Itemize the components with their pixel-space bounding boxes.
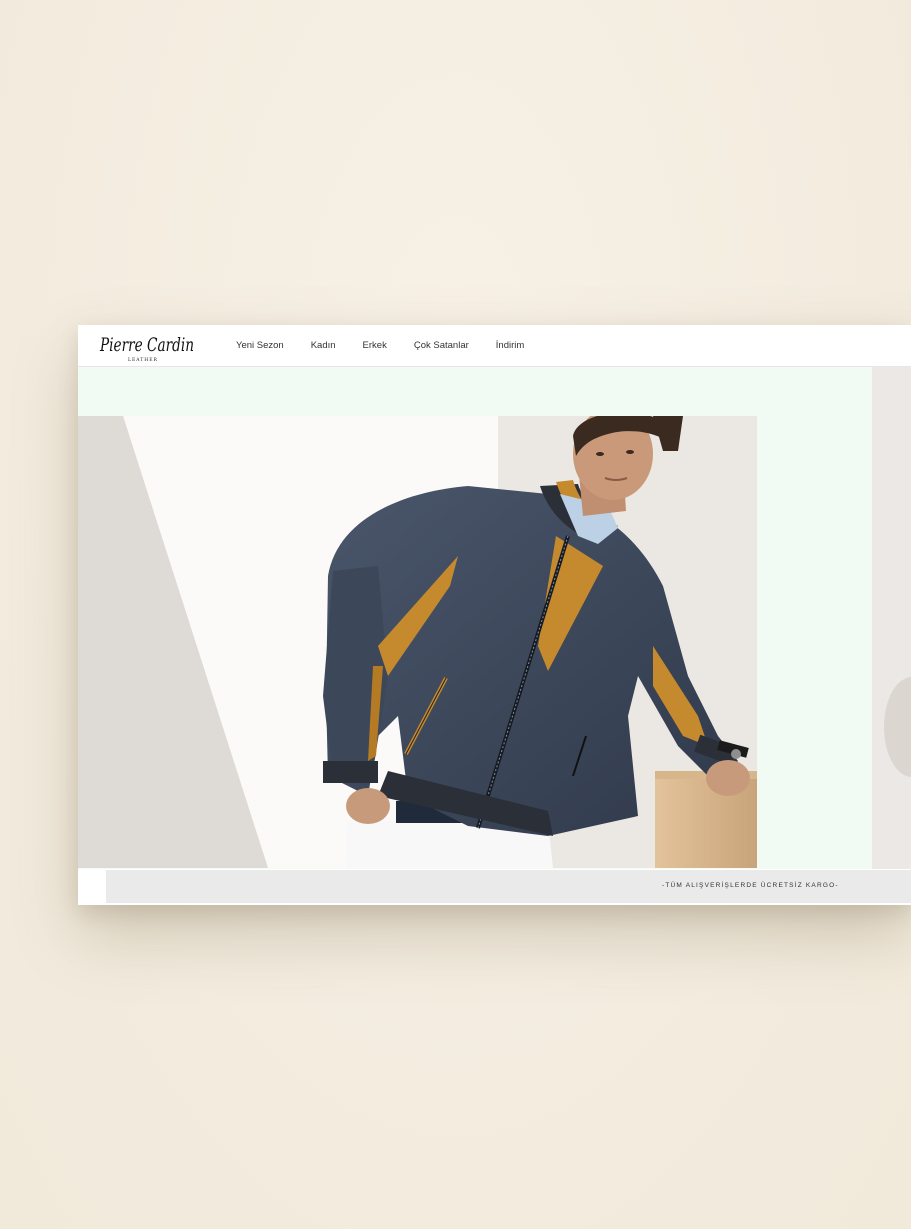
hero-banner-image[interactable] — [78, 416, 757, 868]
brand-logo[interactable]: Pierre Cardin LEATHER — [98, 329, 198, 363]
header-nav: Pierre Cardin LEATHER Yeni Sezon Kadın E… — [78, 325, 911, 367]
svg-text:Pierre Cardin: Pierre Cardin — [99, 334, 194, 356]
hero-slider — [78, 367, 911, 869]
nav-item-erkek[interactable]: Erkek — [363, 340, 387, 351]
nav-item-cok-satanlar[interactable]: Çok Satanlar — [414, 340, 469, 351]
nav-item-kadin[interactable]: Kadın — [311, 340, 336, 351]
free-shipping-message: -TÜM ALIŞVERİŞLERDE ÜCRETSİZ KARGO- — [662, 882, 839, 889]
nav-item-yeni-sezon[interactable]: Yeni Sezon — [236, 340, 284, 351]
svg-text:LEATHER: LEATHER — [128, 357, 158, 363]
hero-photo — [78, 416, 757, 868]
announcement-strip: -TÜM ALIŞVERİŞLERDE ÜCRETSİZ KARGO- — [106, 870, 911, 903]
website-preview: Pierre Cardin LEATHER Yeni Sezon Kadın E… — [78, 325, 911, 905]
next-slide-image — [872, 367, 911, 869]
main-menu: Yeni Sezon Kadın Erkek Çok Satanlar İndi… — [236, 325, 551, 366]
next-slide-preview[interactable] — [872, 367, 911, 869]
nav-item-indirim[interactable]: İndirim — [496, 340, 525, 351]
announcement-bar: -TÜM ALIŞVERİŞLERDE ÜCRETSİZ KARGO- — [78, 869, 911, 905]
pierre-cardin-logo-icon: Pierre Cardin LEATHER — [99, 334, 194, 363]
